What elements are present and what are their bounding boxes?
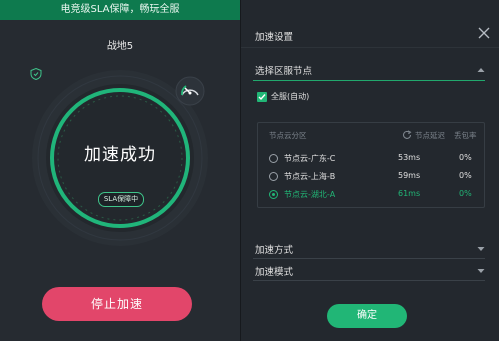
chevron-up-icon[interactable]	[477, 67, 485, 73]
node-table: 节点云分区 节点延迟 丢包率 节点云-广东-C 53ms 0% 节点云-上海-B…	[257, 122, 485, 208]
node-radio[interactable]	[269, 190, 278, 199]
table-row[interactable]: 节点云-上海-B 59ms 0%	[258, 168, 484, 186]
node-radio[interactable]	[269, 154, 278, 163]
region-section-header[interactable]: 选择区服节点	[255, 63, 312, 77]
sla-banner[interactable]: 电竞级SLA保障，畅玩全服	[0, 0, 240, 20]
region-section-underline	[253, 80, 485, 81]
speed-gauge-icon[interactable]	[175, 76, 205, 106]
stop-acceleration-button[interactable]: 停止加速	[42, 287, 192, 321]
all-servers-label[interactable]: 全服(自动)	[271, 91, 309, 102]
mode-section-divider	[253, 258, 485, 259]
accelerator-panel: 电竞级SLA保障，畅玩全服 战地5 加速成功 SLA保障中 停止加速	[0, 0, 240, 341]
node-name: 节点云-湖北-A	[284, 190, 336, 199]
node-name: 节点云-上海-B	[284, 172, 336, 181]
node-latency: 59ms	[398, 171, 421, 180]
close-icon[interactable]	[477, 26, 491, 40]
chevron-down-icon[interactable]	[477, 268, 485, 274]
node-radio[interactable]	[269, 172, 278, 181]
status-text: 加速成功	[84, 145, 156, 165]
column-header-zone: 节点云分区	[269, 131, 307, 140]
mode-section-header[interactable]: 加速方式	[255, 242, 293, 256]
node-loss: 0%	[459, 189, 472, 198]
sla-badge: SLA保障中	[98, 192, 144, 207]
all-servers-checkbox[interactable]	[257, 92, 267, 102]
settings-panel: 加速设置 选择区服节点 全服(自动) 节点云分区 节点延迟 丢包率 节点云-广东…	[241, 0, 499, 341]
column-header-latency[interactable]: 节点延迟	[415, 130, 445, 141]
table-row[interactable]: 节点云-广东-C 53ms 0%	[258, 150, 484, 168]
confirm-button[interactable]: 确定	[327, 304, 407, 328]
node-loss: 0%	[459, 153, 472, 162]
table-row[interactable]: 节点云-湖北-A 61ms 0%	[258, 186, 484, 204]
column-header-loss: 丢包率	[454, 131, 477, 140]
chevron-down-icon[interactable]	[477, 246, 485, 252]
model-section-header[interactable]: 加速模式	[255, 264, 293, 278]
node-loss: 0%	[459, 171, 472, 180]
shield-icon	[30, 68, 42, 80]
checkbox-check-icon	[258, 94, 266, 101]
model-section-divider	[253, 280, 485, 281]
game-title: 战地5	[106, 41, 134, 52]
refresh-icon[interactable]	[402, 130, 412, 140]
title-divider	[241, 47, 499, 48]
settings-title: 加速设置	[255, 32, 294, 43]
node-latency: 53ms	[398, 153, 421, 162]
node-latency: 61ms	[398, 189, 421, 198]
app-window: 电竞级SLA保障，畅玩全服 战地5 加速成功 SLA保障中 停止加速 加速设置 …	[0, 0, 499, 341]
node-name: 节点云-广东-C	[284, 154, 336, 163]
